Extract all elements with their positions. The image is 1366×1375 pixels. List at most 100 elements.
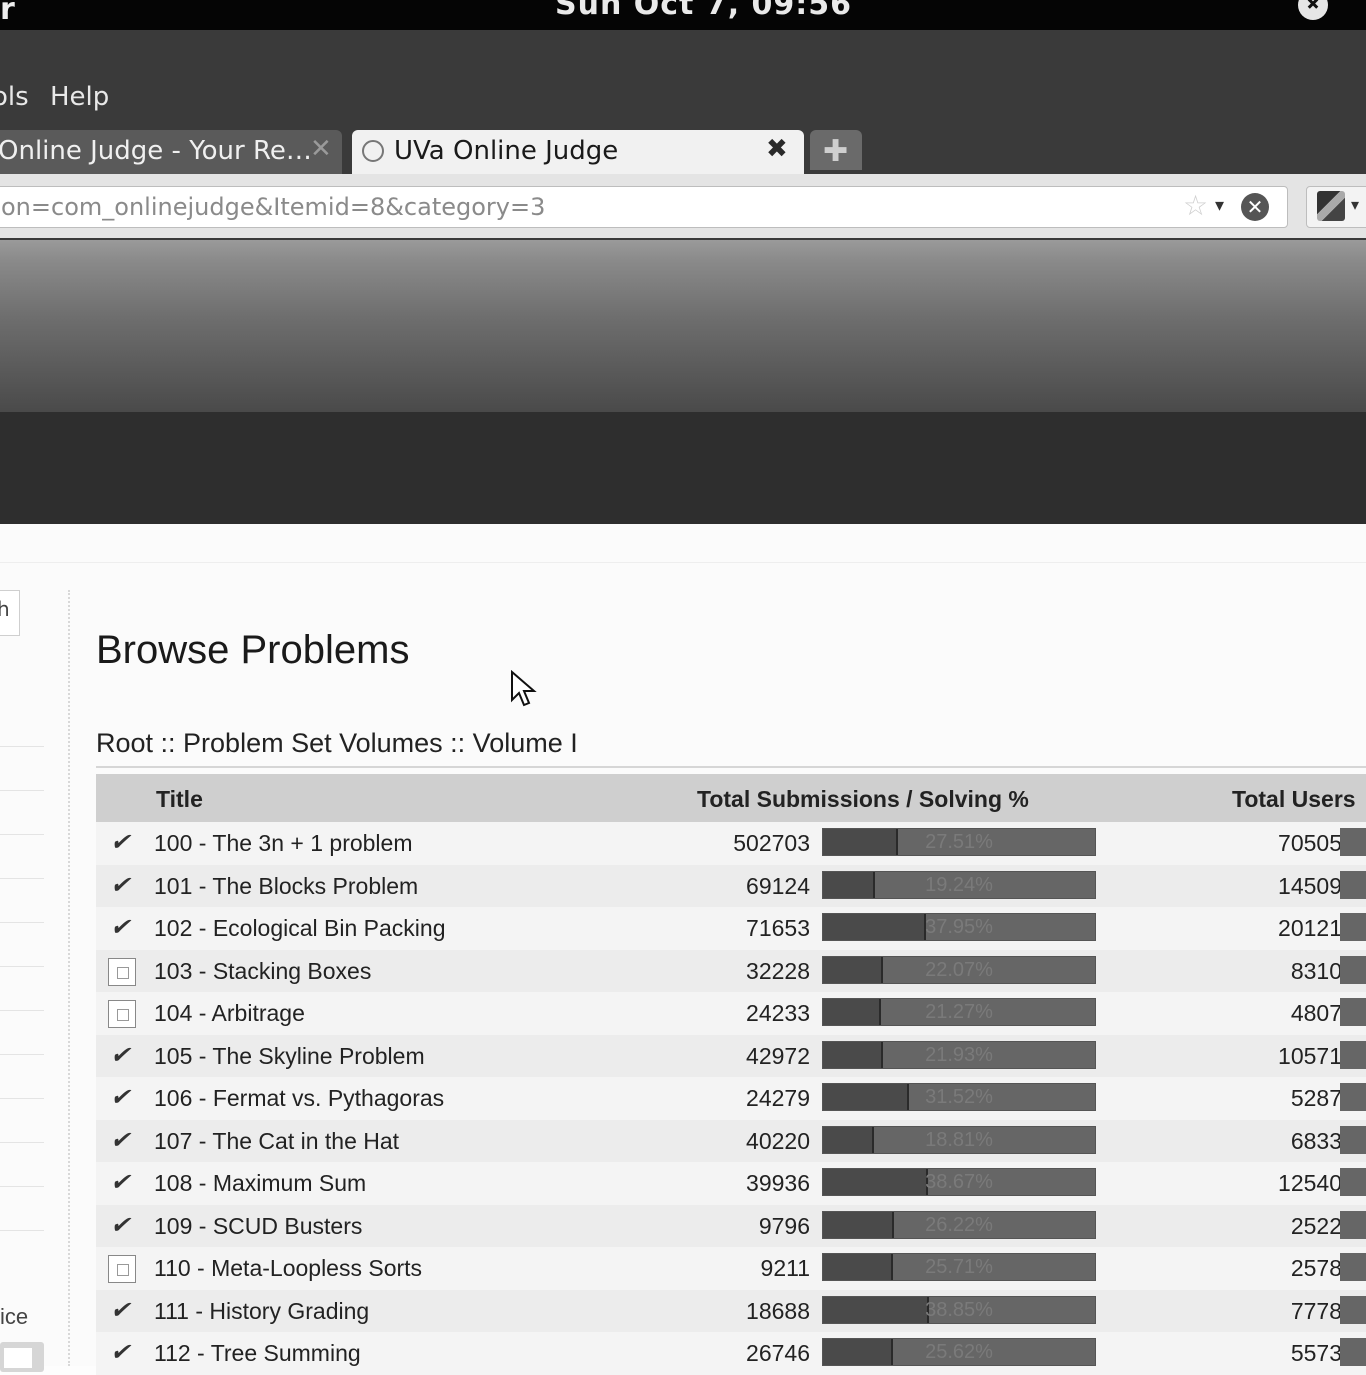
sidebar-dotted-divider [68,590,70,1366]
search-engine-icon [1317,191,1345,221]
problem-title-link[interactable]: 103 - Stacking Boxes [154,958,371,985]
table-row[interactable]: 112 - Tree Summing 26746 25.62% 5573 [96,1332,1366,1375]
table-row[interactable]: 108 - Maximum Sum 39936 38.67% 12540 [96,1162,1366,1205]
problem-title-link[interactable]: 106 - Fermat vs. Pythagoras [154,1085,444,1112]
problem-title-link[interactable]: 107 - The Cat in the Hat [154,1128,399,1155]
tick-icon[interactable] [108,1340,136,1368]
sidebar-box-text: h [0,597,10,621]
problem-title-link[interactable]: 101 - The Blocks Problem [154,873,418,900]
problem-title-link[interactable]: 104 - Arbitrage [154,1000,305,1027]
table-row[interactable]: 101 - The Blocks Problem 69124 19.24% 14509 [96,864,1366,907]
total-users: 2522 [1290,1212,1342,1239]
column-header-title[interactable]: Title [156,786,203,813]
problem-title-link[interactable]: 102 - Ecological Bin Packing [154,915,446,942]
tick-icon[interactable] [108,830,136,858]
users-bar [1340,870,1366,899]
table-row[interactable]: 100 - The 3n + 1 problem 502703 27.51% 7050… [96,822,1366,865]
problem-title-link[interactable]: 109 - SCUD Busters [154,1213,362,1240]
total-users: 2578 [1290,1255,1342,1281]
table-row[interactable]: 107 - The Cat in the Hat 40220 18.81% 6833 [96,1119,1366,1162]
total-users: 14509 [1278,872,1342,899]
total-users: 7778 [1290,1297,1342,1324]
solving-percent-bar: 19.24% [822,870,1096,899]
tab-label: Online Judge - Your Re… [0,136,312,166]
solving-percent-bar: 38.85% [822,1295,1096,1324]
table-row[interactable]: 102 - Ecological Bin Packing 71653 37.95% 2… [96,907,1366,950]
table-row[interactable]: 109 - SCUD Busters 9796 26.22% 2522 [96,1204,1366,1247]
sidebar-separator [0,1230,44,1231]
sidebar-separator [0,1098,44,1099]
total-users: 10571 [1278,1042,1342,1069]
sidebar-bottom-label: ice [0,1304,29,1329]
total-submissions: 40220 [746,1127,810,1154]
users-bar [1340,1083,1366,1111]
solving-percent-label: 21.93% [925,1043,993,1066]
sidebar-separator [0,966,44,967]
tab-online-judge-results[interactable]: Online Judge - Your Re… ✕ [0,130,342,174]
problem-title-link[interactable]: 112 - Tree Summing [154,1340,361,1367]
stop-icon[interactable]: ✕ [1241,193,1269,221]
tick-icon[interactable] [108,915,136,943]
problem-title-link[interactable]: 111 - History Grading [154,1298,369,1325]
solving-percent-label: 19.24% [925,873,993,896]
users-bar [1340,828,1366,856]
column-header-submissions[interactable]: Total Submissions / Solving % [697,786,1029,813]
system-clock[interactable]: Sun Oct 7, 09:56 [555,0,852,22]
tick-icon[interactable] [108,1085,136,1113]
problem-title-link[interactable]: 108 - Maximum Sum [154,1170,366,1197]
solving-percent-label: 18.81% [925,1128,993,1151]
bookmark-star-icon[interactable]: ☆ [1183,189,1208,222]
document-icon[interactable] [108,957,136,986]
close-icon[interactable]: ✕ [310,134,332,164]
table-row[interactable]: 103 - Stacking Boxes 32228 22.07% 8310 [96,949,1366,992]
url-text[interactable]: on=com_onlinejudge&Itemid=8&category=3 [1,193,545,221]
menu-item-help[interactable]: Help [50,82,109,112]
tick-icon[interactable] [108,1043,136,1071]
solving-percent-label: 31.52% [925,1086,993,1108]
system-menu-label[interactable]: r [0,0,15,27]
history-dropdown-icon[interactable]: ▾ [1215,195,1224,216]
column-header-users[interactable]: Total Users [1232,786,1356,813]
total-submissions: 502703 [733,830,810,856]
page-title: Browse Problems [96,628,410,672]
site-nav-strip [0,412,1366,524]
search-engine-button[interactable]: ▾ [1306,186,1366,228]
power-icon[interactable] [1298,0,1328,20]
system-top-bar: r Sun Oct 7, 09:56 [0,0,1366,30]
url-bar[interactable]: on=com_onlinejudge&Itemid=8&category=3 ☆… [0,186,1288,228]
problem-title-link[interactable]: 110 - Meta-Loopless Sorts [154,1255,422,1282]
total-submissions: 24233 [746,1000,810,1026]
close-icon[interactable]: ✖ [766,134,788,164]
tick-icon[interactable] [108,1298,136,1326]
total-submissions: 9796 [758,1212,810,1239]
tick-icon[interactable] [108,1128,136,1156]
breadcrumb[interactable]: Root :: Problem Set Volumes :: Volume I [96,728,578,759]
tick-icon[interactable] [108,1213,136,1241]
table-row[interactable]: 110 - Meta-Loopless Sorts 9211 25.71% 2578 [96,1247,1366,1290]
table-row[interactable]: 106 - Fermat vs. Pythagoras 24279 31.52% 52… [96,1077,1366,1120]
solving-percent-label: 27.51% [925,831,993,853]
users-bar [1340,955,1366,984]
table-row[interactable]: 111 - History Grading 18688 38.85% 7778 [96,1289,1366,1332]
solving-percent-label: 25.62% [925,1341,993,1363]
solving-percent-label: 38.67% [925,1171,993,1193]
menu-item-tools[interactable]: ols [0,82,29,112]
plus-icon: ✚ [823,134,849,169]
problem-title-link[interactable]: 105 - The Skyline Problem [154,1043,425,1070]
solving-percent-bar: 31.52% [822,1083,1096,1111]
table-row[interactable]: 104 - Arbitrage 24233 21.27% 4807 [96,992,1366,1035]
problem-title-link[interactable]: 100 - The 3n + 1 problem [154,830,413,857]
table-row[interactable]: 105 - The Skyline Problem 42972 21.93% 1057… [96,1034,1366,1077]
sidebar-separator [0,1054,44,1055]
sidebar-input[interactable] [0,1342,44,1372]
content-divider [0,562,1366,563]
loading-spinner-icon [362,140,384,162]
site-header-banner [0,240,1366,412]
document-icon[interactable] [108,1255,136,1283]
tick-icon[interactable] [108,873,136,901]
new-tab-button[interactable]: ✚ [810,130,862,170]
sidebar-search-box[interactable]: h [0,590,20,636]
tick-icon[interactable] [108,1170,136,1198]
document-icon[interactable] [108,1000,136,1028]
tab-uva-online-judge[interactable]: UVa Online Judge ✖ [352,130,804,174]
